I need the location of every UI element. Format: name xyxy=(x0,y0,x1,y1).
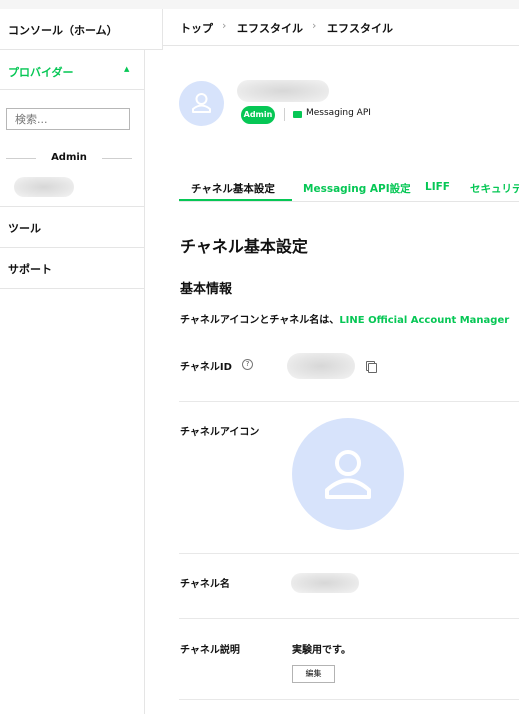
channel-type-label: Messaging API xyxy=(306,108,371,118)
provider-item-redacted[interactable] xyxy=(14,177,74,197)
breadcrumb-separator-icon: › xyxy=(312,19,317,32)
page-title: チャネル基本設定 xyxy=(180,237,308,256)
provider-toggle[interactable]: プロバイダー ▲ xyxy=(0,57,144,90)
channel-id-value-redacted xyxy=(287,353,355,379)
channel-description-value: 実験用です。 xyxy=(292,645,351,656)
top-strip xyxy=(0,0,519,9)
breadcrumb: トップ › エフスタイル › エフスタイル xyxy=(162,9,519,46)
role-badge: Admin xyxy=(241,106,275,124)
channel-id-label: チャネルID xyxy=(180,362,232,373)
provider-label: プロバイダー xyxy=(8,66,74,79)
tab-bar-baseline xyxy=(179,201,519,202)
divider xyxy=(179,401,519,402)
tab-liff[interactable]: LIFF xyxy=(425,181,450,193)
copy-icon-front xyxy=(368,363,377,373)
divider xyxy=(179,553,519,554)
breadcrumb-separator-icon: › xyxy=(222,19,227,32)
edit-description-button[interactable]: 編集 xyxy=(292,665,335,683)
channel-name-redacted xyxy=(237,80,329,102)
tab-security[interactable]: セキュリテ xyxy=(470,181,519,196)
sidebar-item-label: サポート xyxy=(8,263,52,276)
person-icon xyxy=(325,450,371,499)
sidebar-item-tools[interactable]: ツール xyxy=(0,206,144,247)
tab-basic-settings[interactable]: チャネル基本設定 xyxy=(191,181,275,196)
section-title: 基本情報 xyxy=(180,282,233,297)
active-tab-indicator xyxy=(179,199,292,201)
tab-messaging-api[interactable]: Messaging API設定 xyxy=(303,181,411,196)
chevron-up-icon: ▲ xyxy=(124,65,130,73)
divider xyxy=(102,158,132,159)
breadcrumb-channel: エフスタイル xyxy=(327,22,393,35)
channel-avatar xyxy=(179,81,224,126)
account-manager-note: チャネルアイコンとチャネル名は、LINE Official Account Ma… xyxy=(180,311,509,326)
divider xyxy=(284,108,285,121)
divider xyxy=(179,699,519,700)
console-home-label: コンソール（ホーム） xyxy=(8,24,118,37)
chat-icon xyxy=(293,111,302,118)
admin-section-heading: Admin xyxy=(6,150,132,166)
channel-icon-label: チャネルアイコン xyxy=(180,427,260,438)
sidebar: コンソール（ホーム） プロバイダー ▲ Admin ツール サポート xyxy=(0,9,163,714)
note-text: チャネルアイコンとチャネル名は、 xyxy=(180,315,340,326)
account-manager-link[interactable]: LINE Official Account Manager xyxy=(339,315,509,326)
sidebar-item-label: ツール xyxy=(8,222,41,235)
channel-icon-avatar xyxy=(292,418,404,530)
console-home-link[interactable]: コンソール（ホーム） xyxy=(0,9,163,50)
person-icon xyxy=(192,93,211,113)
channel-name-label: チャネル名 xyxy=(180,579,230,590)
channel-name-value-redacted xyxy=(291,573,359,593)
sidebar-item-support[interactable]: サポート xyxy=(0,247,144,289)
divider xyxy=(179,618,519,619)
channel-description-label: チャネル説明 xyxy=(180,645,240,656)
breadcrumb-provider[interactable]: エフスタイル xyxy=(237,20,303,36)
provider-search-input[interactable] xyxy=(6,108,130,130)
help-icon[interactable]: ? xyxy=(242,359,253,370)
breadcrumb-top[interactable]: トップ xyxy=(180,20,213,36)
